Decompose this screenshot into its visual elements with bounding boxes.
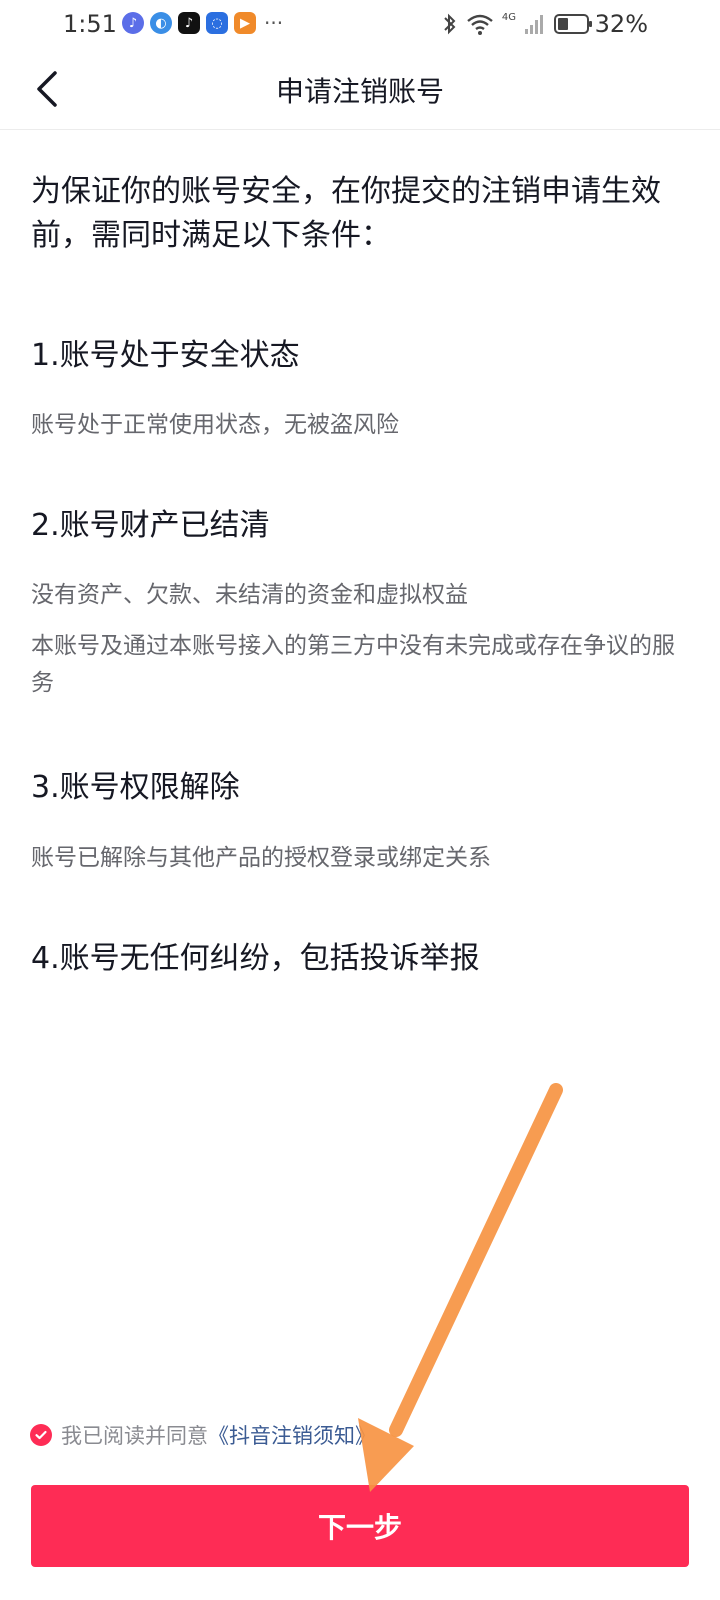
more-notifications-icon: ···: [264, 11, 284, 35]
status-indicators: 4G: [442, 12, 594, 36]
bluetooth-icon: [444, 13, 456, 35]
music-app-icon: ♪: [122, 12, 144, 34]
condition-desc: 没有资产、欠款、未结清的资金和虚拟权益: [31, 582, 468, 608]
next-step-button[interactable]: 下一步: [31, 1485, 689, 1567]
condition-desc: 账号处于正常使用状态，无被盗风险: [31, 412, 399, 438]
battery-icon: [554, 14, 592, 34]
condition-desc: 账号已解除与其他产品的授权登录或绑定关系: [31, 845, 491, 871]
network-type-label: 4G: [501, 12, 516, 23]
notification-icons: ♪ ◐ ♪ ◌ ▶ ···: [122, 12, 283, 34]
condition-title: 3.账号权限解除: [31, 770, 240, 805]
condition-item: 1.账号处于安全状态 账号处于正常使用状态，无被盗风险: [31, 336, 691, 444]
condition-title: 2.账号财产已结清: [31, 508, 270, 543]
nav-header: 申请注销账号: [0, 50, 720, 130]
cancel-notice-link[interactable]: 《抖音注销须知》: [208, 1420, 376, 1450]
condition-item: 2.账号财产已结清 没有资产、欠款、未结清的资金和虚拟权益 本账号及通过本账号接…: [31, 506, 691, 702]
tiktok-app-icon: ♪: [178, 12, 200, 34]
check-circle-icon: [35, 1430, 47, 1440]
condition-desc: 本账号及通过本账号接入的第三方中没有未完成或存在争议的服务: [31, 633, 675, 696]
page-title: 申请注销账号: [275, 75, 444, 108]
agreement-text: 我已阅读并同意: [61, 1424, 208, 1448]
bulb-app-icon: ◌: [206, 12, 228, 34]
status-bar: 1:51 ♪ ◐ ♪ ◌ ▶ ··· 4G 32%: [0, 0, 720, 50]
wifi-icon: [467, 14, 493, 35]
conditions-content: 为保证你的账号安全，在你提交的注销申请生效前，需同时满足以下条件： 1.账号处于…: [31, 170, 691, 979]
signal-icon: [525, 15, 543, 34]
agreement-checkbox[interactable]: [30, 1424, 52, 1446]
agreement-row: 我已阅读并同意 《抖音注销须知》: [30, 1420, 376, 1450]
browser-app-icon: ◐: [150, 12, 172, 34]
intro-text: 为保证你的账号安全，在你提交的注销申请生效前，需同时满足以下条件：: [31, 174, 661, 253]
battery-percent: 32%: [594, 10, 648, 38]
status-time: 1:51: [63, 10, 117, 38]
condition-title: 4.账号无任何纠纷，包括投诉举报: [31, 941, 480, 976]
video-app-icon: ▶: [234, 12, 256, 34]
condition-item: 3.账号权限解除 账号已解除与其他产品的授权登录或绑定关系: [31, 768, 691, 877]
condition-item: 4.账号无任何纠纷，包括投诉举报: [31, 939, 691, 979]
condition-title: 1.账号处于安全状态: [31, 338, 300, 373]
